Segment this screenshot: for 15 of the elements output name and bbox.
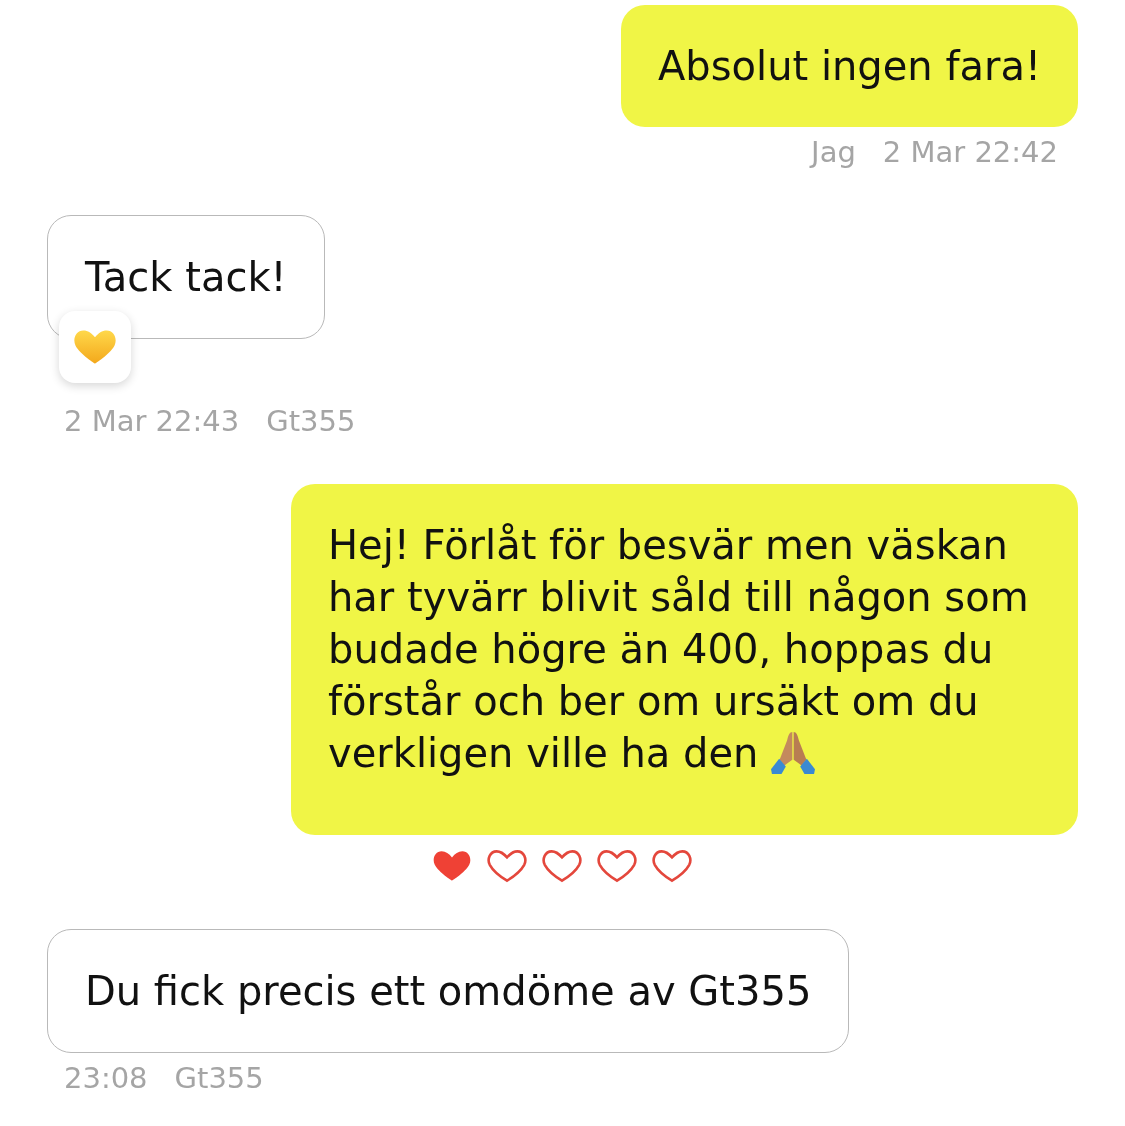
sender-name: Jag — [811, 134, 856, 170]
message-text: Tack tack! — [85, 254, 287, 300]
message-time: 2 Mar 22:42 — [882, 134, 1058, 170]
sender-name: Gt355 — [266, 403, 356, 439]
message-text: Du fick precis ett omdöme av Gt355 — [85, 968, 812, 1014]
heart-outline-icon[interactable] — [652, 848, 692, 884]
heart-outline-icon[interactable] — [487, 848, 527, 884]
heart-outline-icon[interactable] — [542, 848, 582, 884]
message-text: Hej! Förlåt för besvär men väskan har tyvärr blivit såld till någon som budade högre än 400, hoppas du förstår och ber om ursäkt om du verkligen ville ha den — [328, 522, 1029, 776]
sender-name: Gt355 — [174, 1060, 264, 1096]
heart-outline-icon[interactable] — [597, 848, 637, 884]
message-time: 2 Mar 22:43 — [64, 403, 240, 439]
message-time: 23:08 — [64, 1060, 148, 1096]
message-text: Absolut ingen fara! — [657, 43, 1041, 89]
heart-rating[interactable] — [432, 848, 692, 884]
